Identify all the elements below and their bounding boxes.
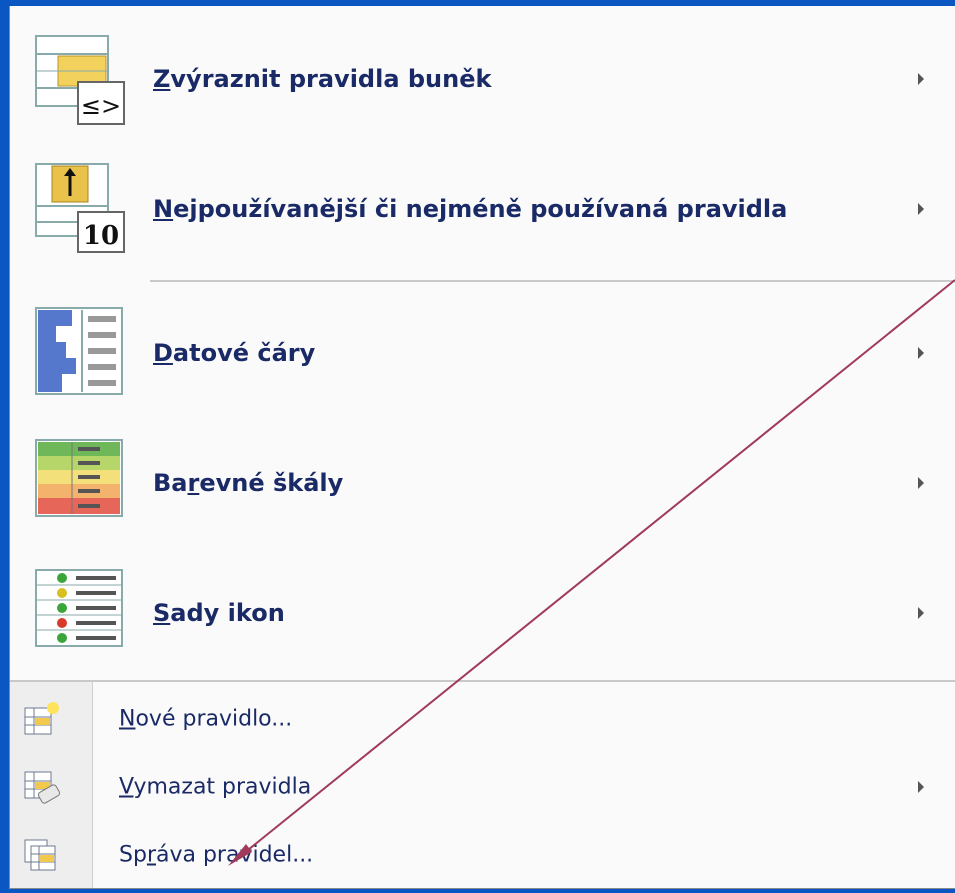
menu-item-data-bars[interactable]: Datové čáry [10, 288, 955, 418]
menu-item-label: Správa pravidel... [119, 842, 314, 868]
conditional-formatting-menu: ≤> Zvýraznit pravidla buněk 10 Nejpoužív… [9, 6, 955, 889]
manage-rules-icon [24, 839, 56, 871]
menu-separator [10, 680, 955, 682]
menu-item-label: Zvýraznit pravidla buněk [153, 65, 492, 93]
menu-item-clear-rules[interactable]: Vymazat pravidla [10, 756, 955, 818]
menu-item-label: Nejpoužívanější či nejméně používaná pra… [153, 195, 788, 223]
clear-rules-icon [24, 771, 61, 804]
submenu-arrow-icon [918, 477, 924, 489]
menu-item-manage-rules[interactable]: Správa pravidel... [10, 824, 955, 886]
highlight-cell-rules-icon: ≤> [35, 35, 125, 125]
menu-item-icon-sets[interactable]: Sady ikon [10, 548, 955, 678]
svg-text:10: 10 [83, 221, 119, 251]
menu-item-color-scales[interactable]: Barevné škály [10, 418, 955, 548]
menu-separator [150, 280, 955, 282]
data-bars-icon [35, 307, 123, 395]
menu-item-label: Vymazat pravidla [119, 774, 312, 800]
submenu-arrow-icon [918, 781, 924, 793]
menu-item-label: Datové čáry [153, 339, 316, 367]
menu-item-label: Nové pravidlo... [119, 706, 293, 732]
new-rule-icon [24, 702, 59, 735]
svg-text:≤>: ≤> [81, 92, 121, 120]
submenu-arrow-icon [918, 73, 924, 85]
menu-item-highlight-cell-rules[interactable]: ≤> Zvýraznit pravidla buněk [10, 14, 955, 144]
submenu-arrow-icon [918, 203, 924, 215]
top-bottom-rules-icon: 10 [35, 163, 125, 253]
color-scales-icon [35, 439, 123, 517]
menu-item-label: Barevné škály [153, 469, 344, 497]
menu-item-top-bottom-rules[interactable]: 10 Nejpoužívanější či nejméně používaná … [10, 144, 955, 274]
menu-item-new-rule[interactable]: Nové pravidlo... [10, 688, 955, 750]
submenu-arrow-icon [918, 607, 924, 619]
menu-item-label: Sady ikon [153, 599, 285, 627]
submenu-arrow-icon [918, 347, 924, 359]
icon-sets-icon [35, 569, 123, 647]
